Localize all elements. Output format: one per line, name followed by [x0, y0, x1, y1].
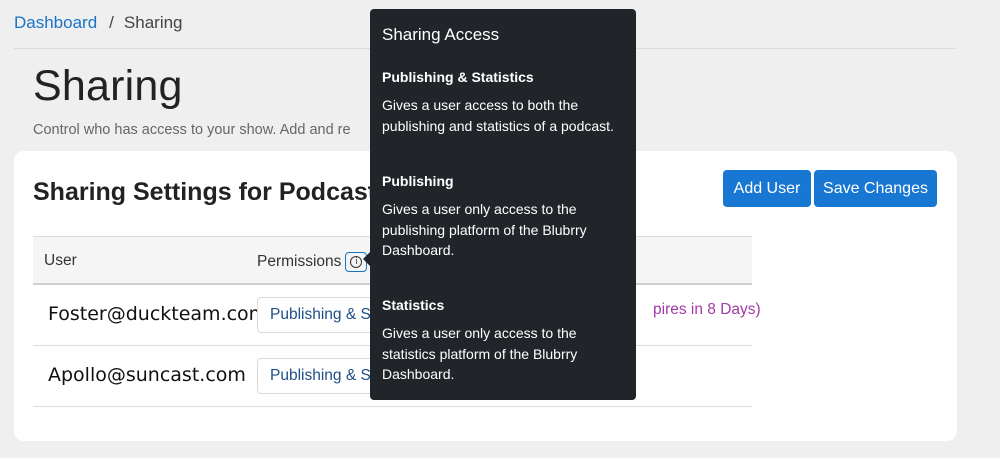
column-header-user: User [44, 252, 77, 269]
tooltip-section-heading: Statistics [382, 297, 445, 313]
tooltip-arrow [363, 252, 370, 266]
breadcrumb: Dashboard / Sharing [14, 13, 183, 33]
tooltip-section-heading: Publishing [382, 173, 454, 189]
tooltip-section-statistics: Statistics Gives a user only access to t… [382, 297, 627, 385]
expiration-status: pires in 8 Days) [653, 301, 761, 318]
tooltip-section-publishing: Publishing Gives a user only access to t… [382, 173, 627, 261]
tooltip-section-publishing-statistics: Publishing & Statistics Gives a user acc… [382, 69, 627, 136]
save-changes-button[interactable]: Save Changes [814, 170, 937, 207]
page-title: Sharing [33, 62, 183, 110]
breadcrumb-separator: / [109, 13, 114, 32]
column-header-permissions-label: Permissions [257, 253, 342, 270]
tooltip-section-heading: Publishing & Statistics [382, 69, 534, 85]
user-email: Foster@duckteam.com [48, 303, 268, 325]
column-header-permissions: Permissions i [257, 252, 368, 272]
page-subtitle: Control who has access to your show. Add… [33, 122, 351, 138]
tooltip-section-text: Gives a user only access to the statisti… [382, 325, 578, 382]
tooltip-title: Sharing Access [382, 25, 500, 44]
user-email: Apollo@suncast.com [48, 364, 246, 386]
tooltip-section-text: Gives a user only access to the publishi… [382, 201, 587, 258]
sharing-access-tooltip: Sharing Access Publishing & Statistics G… [363, 9, 636, 400]
tooltip-section-text: Gives a user access to both the publishi… [382, 97, 614, 134]
card-title: Sharing Settings for Podcast I [33, 178, 390, 206]
info-icon-glyph: i [350, 256, 363, 268]
breadcrumb-dashboard-link[interactable]: Dashboard [14, 13, 97, 33]
add-user-button[interactable]: Add User [723, 170, 811, 207]
breadcrumb-current: Sharing [123, 13, 183, 32]
